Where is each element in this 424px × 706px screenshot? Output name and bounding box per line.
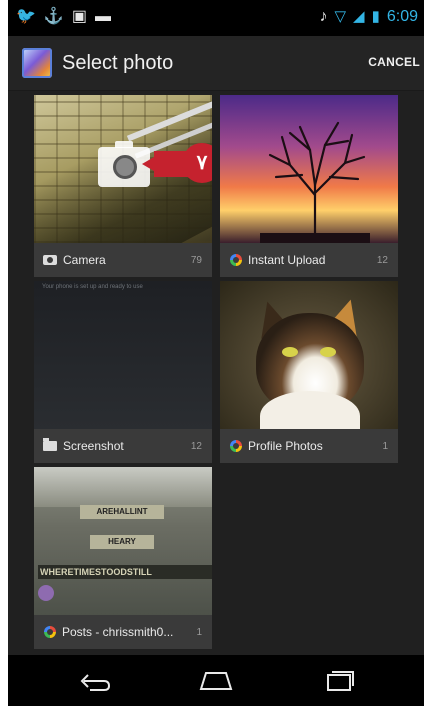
album-name: Posts - chrissmith0... (62, 625, 174, 639)
album-label: Camera 79 (34, 243, 212, 277)
gallery-app-icon[interactable] (22, 48, 52, 78)
folder-icon (43, 438, 57, 451)
album-name: Profile Photos (248, 439, 323, 453)
wifi-icon: ▽ (334, 8, 347, 25)
album-count: 12 (376, 254, 388, 266)
album-name: Screenshot (63, 439, 124, 453)
album-label: Screenshot 12 (34, 429, 212, 463)
twitter-icon: 🐦 (16, 8, 36, 25)
camera-icon (43, 255, 57, 265)
phone-screen: 🐦 ⚓ ▣ ▬ ♪ ▽ ◢ ▮ 6:09 Select photo CANCEL (8, 0, 424, 706)
album-tile-camera[interactable]: ٧ Camera 79 (34, 95, 212, 277)
album-name: Instant Upload (248, 253, 326, 267)
album-label: Instant Upload 12 (220, 243, 398, 277)
album-thumbnail (220, 95, 398, 243)
album-thumbnail: Your phone is set up and ready to use (34, 281, 212, 429)
album-tile-screenshot[interactable]: Your phone is set up and ready to use Sc… (34, 281, 212, 463)
tree-silhouette (260, 121, 370, 243)
google-plus-icon (44, 626, 56, 638)
battery-icon: ▮ (371, 8, 380, 25)
mute-icon: ♪ (319, 8, 328, 25)
album-tile-instant-upload[interactable]: Instant Upload 12 (220, 95, 398, 277)
album-count: 79 (190, 254, 202, 266)
recent-apps-button[interactable] (320, 667, 360, 693)
google-plus-icon (230, 254, 242, 266)
status-bar: 🐦 ⚓ ▣ ▬ ♪ ▽ ◢ ▮ 6:09 (8, 0, 424, 36)
google-plus-icon (230, 440, 242, 452)
navigation-bar (8, 655, 424, 706)
page-title: Select photo (62, 52, 174, 74)
chat-icon: ▬ (94, 8, 111, 25)
usb-icon: ⚓ (43, 8, 64, 25)
sign-text: AREHALLINT (80, 505, 164, 519)
album-label: Posts - chrissmith0... 1 (34, 615, 212, 649)
album-tile-posts[interactable]: AREHALLINT HEARY WHERETIMESTOODSTILL Pos… (34, 467, 212, 649)
sign-text: HEARY (90, 535, 154, 549)
home-button[interactable] (196, 667, 236, 693)
album-label: Profile Photos 1 (220, 429, 398, 463)
album-count: 1 (382, 440, 388, 452)
cancel-button[interactable]: CANCEL (368, 55, 420, 69)
recent-apps-icon (327, 671, 354, 691)
screenshot-preview-text: Your phone is set up and ready to use (42, 284, 143, 290)
gallery-icon: ▣ (71, 8, 87, 25)
signal-icon: ◢ (353, 8, 365, 25)
album-thumbnail: AREHALLINT HEARY WHERETIMESTOODSTILL (34, 467, 212, 615)
album-name: Camera (63, 253, 106, 267)
album-count: 1 (196, 626, 202, 638)
album-thumbnail (220, 281, 398, 429)
album-tile-profile-photos[interactable]: Profile Photos 1 (220, 281, 398, 463)
back-button[interactable] (74, 667, 114, 693)
sign-text: WHERETIMESTOODSTILL (38, 565, 212, 579)
album-thumbnail: ٧ (34, 95, 212, 243)
album-count: 12 (190, 440, 202, 452)
back-icon (80, 674, 111, 691)
album-grid: ٧ Camera 79 Instant Upload 12 Your phone… (8, 91, 424, 655)
home-icon (199, 672, 233, 690)
status-time: 6:09 (386, 8, 418, 25)
action-bar: Select photo CANCEL (8, 36, 424, 91)
